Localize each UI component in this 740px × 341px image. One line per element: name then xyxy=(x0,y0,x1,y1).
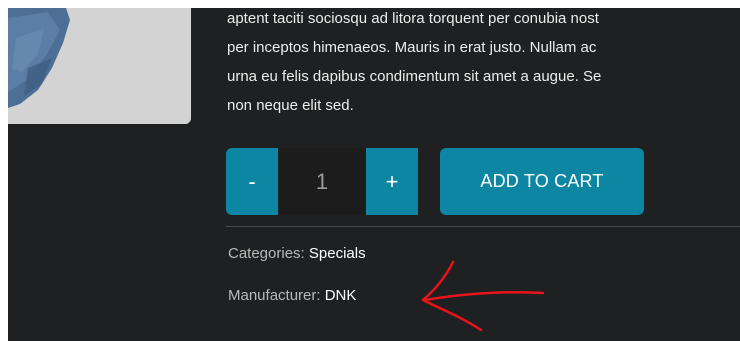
red-arrow-annotation xyxy=(421,260,545,332)
product-image[interactable] xyxy=(8,8,191,124)
categories-label: Categories: xyxy=(228,245,305,262)
manufacturer-link[interactable]: DNK xyxy=(325,287,357,304)
description-line: non neque elit sed. xyxy=(227,97,354,114)
divider xyxy=(226,226,740,227)
quantity-stepper: - + xyxy=(226,148,424,215)
category-link-specials[interactable]: Specials xyxy=(309,245,366,262)
manufacturer-label: Manufacturer: xyxy=(228,287,321,304)
product-description: aptent taciti sociosqu ad litora torquen… xyxy=(227,8,740,120)
product-page: aptent taciti sociosqu ad litora torquen… xyxy=(8,8,740,341)
product-photo xyxy=(8,8,191,124)
description-line: per inceptos himenaeos. Mauris in erat j… xyxy=(227,39,597,56)
product-manufacturer: Manufacturer: DNK xyxy=(228,287,356,304)
description-line: urna eu felis dapibus condimentum sit am… xyxy=(227,68,602,85)
quantity-input[interactable] xyxy=(279,148,365,215)
add-to-cart-button[interactable]: ADD TO CART xyxy=(440,148,644,215)
quantity-decrement-button[interactable]: - xyxy=(226,148,278,215)
quantity-increment-button[interactable]: + xyxy=(366,148,418,215)
product-categories: Categories: Specials xyxy=(228,245,366,262)
description-line: aptent taciti sociosqu ad litora torquen… xyxy=(227,10,599,27)
